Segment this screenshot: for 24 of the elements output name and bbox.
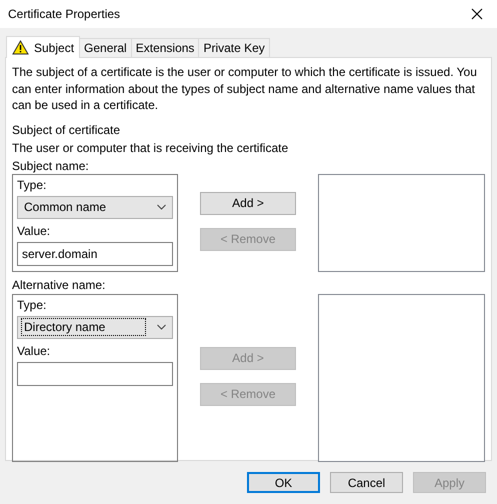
group-label: Alternative name:: [12, 278, 106, 292]
field-label: Type:: [17, 298, 48, 312]
field-label: Value:: [17, 224, 52, 238]
field-label: Type:: [17, 178, 48, 192]
value-field[interactable]: [17, 362, 173, 386]
type-dropdown[interactable]: Directory name: [17, 316, 173, 338]
dialog-button[interactable]: Cancel: [330, 472, 403, 493]
add-button[interactable]: Add >: [200, 192, 296, 214]
group-label: Subject name:: [12, 158, 90, 174]
window-title: Certificate Properties: [8, 7, 120, 21]
caret-icon: [157, 324, 166, 330]
field-label: Value:: [17, 344, 52, 358]
caret-icon: [157, 204, 166, 210]
description-text: The subject of a certificate is the user or computer to which the certificate is issued. You can enter information about the types of subject name and alternative name values that can be used in a certificate.: [12, 64, 478, 114]
tab[interactable]: Subject: [6, 36, 80, 58]
name-list[interactable]: [318, 174, 485, 272]
section-hint: The user or computer that is receiving the certificate: [12, 140, 290, 156]
section-title: Subject of certificate: [12, 122, 122, 138]
tab[interactable]: Private Key: [198, 38, 270, 57]
name-list[interactable]: [318, 294, 485, 462]
value-field[interactable]: server.domain: [17, 242, 173, 266]
type-dropdown[interactable]: Common name: [17, 196, 173, 218]
close-icon[interactable]: [471, 8, 483, 20]
dialog-button[interactable]: OK: [247, 472, 320, 493]
